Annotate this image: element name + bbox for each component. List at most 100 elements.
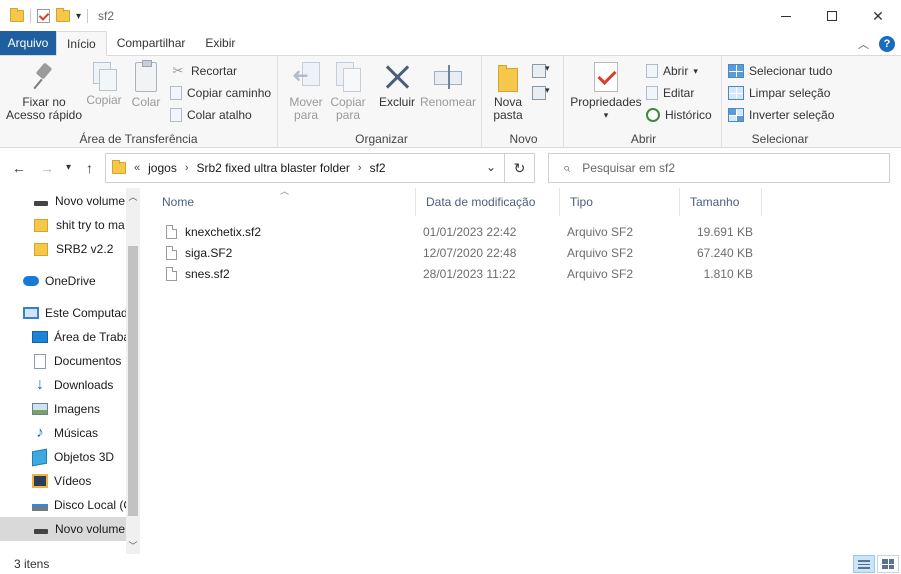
ribbon-options: ︿ ?: [858, 36, 895, 52]
move-to-button[interactable]: Mover para: [286, 62, 326, 122]
paste-shortcut-label: Colar atalho: [187, 108, 252, 122]
maximize-button[interactable]: [809, 0, 855, 32]
tab-compartilhar[interactable]: Compartilhar: [107, 31, 196, 55]
scroll-down-icon[interactable]: ﹀: [126, 539, 140, 552]
scroll-up-icon[interactable]: ︿: [126, 190, 140, 203]
properties-icon[interactable]: [37, 9, 50, 23]
column-header-date[interactable]: Data de modificação: [416, 188, 560, 216]
address-dropdown-icon[interactable]: ⌄: [486, 160, 496, 174]
drive-icon: [34, 200, 48, 206]
address-bar[interactable]: « jogos › Srb2 fixed ultra blaster folde…: [105, 153, 505, 183]
back-arrow-icon[interactable]: ←: [12, 160, 26, 176]
sidebar-item-novo-volume-selected[interactable]: Novo volume: [0, 517, 126, 541]
file-size: 67.240 KB: [696, 245, 753, 260]
sidebar-item-srb2[interactable]: SRB2 v2.2: [0, 237, 126, 261]
new-folder-icon[interactable]: [56, 8, 70, 22]
table-row[interactable]: knexchetix.sf2 01/01/2023 22:42 Arquivo …: [152, 221, 762, 242]
breadcrumb-separator-icon[interactable]: ›: [185, 162, 189, 174]
up-arrow-icon[interactable]: ↑: [86, 160, 93, 176]
delete-icon: [383, 62, 411, 92]
history-button[interactable]: Histórico: [646, 106, 712, 124]
sidebar-item-label: Imagens: [54, 402, 101, 416]
forward-arrow-icon[interactable]: →: [40, 160, 54, 176]
invert-selection-button[interactable]: Inverter seleção: [728, 106, 834, 124]
title-bar: ▾ sf2 ✕: [0, 0, 901, 32]
select-none-button[interactable]: Limpar seleção: [728, 84, 830, 102]
breadcrumb-srb2-folder[interactable]: Srb2 fixed ultra blaster folder: [196, 161, 349, 175]
edit-button[interactable]: Editar: [646, 84, 694, 102]
sidebar-item-videos[interactable]: Vídeos: [0, 469, 126, 493]
sidebar-item-label: Documentos: [54, 354, 122, 368]
sidebar-item-disco-local[interactable]: Disco Local (C: [0, 493, 126, 517]
pin-quick-access-button[interactable]: Fixar no Acesso rápido: [4, 62, 84, 122]
details-view-button[interactable]: [853, 555, 875, 573]
sidebar-item-onedrive[interactable]: OneDrive: [0, 269, 126, 293]
rename-label: Renomear: [420, 95, 477, 109]
new-item-button[interactable]: [532, 62, 552, 80]
move-label-2: para: [293, 108, 319, 122]
easy-access-button[interactable]: [532, 84, 552, 102]
tab-exibir[interactable]: Exibir: [195, 31, 245, 55]
breadcrumb-sf2[interactable]: sf2: [370, 161, 386, 175]
sidebar-item-objetos-3d[interactable]: Objetos 3D: [0, 445, 126, 469]
delete-button[interactable]: Excluir: [376, 62, 418, 109]
scrollbar-thumb[interactable]: [128, 246, 138, 516]
file-icon: [166, 224, 177, 239]
pin-icon: [33, 62, 55, 92]
sidebar-item-label: SRB2 v2.2: [56, 242, 114, 256]
details-view-icon: [858, 559, 870, 569]
open-label: Abrir: [663, 64, 689, 78]
sidebar-item-label: Novo volume: [55, 194, 126, 208]
ribbon-tabs: Arquivo Início Compartilhar Exibir ︿ ?: [0, 31, 901, 56]
window-controls: ✕: [763, 0, 901, 32]
properties-label: Propriedades: [570, 95, 642, 109]
breadcrumb-separator-icon[interactable]: ›: [358, 162, 362, 174]
sidebar-item-este-computador[interactable]: Este Computad: [0, 301, 126, 325]
paste-button[interactable]: Colar: [128, 60, 164, 109]
tab-inicio[interactable]: Início: [56, 31, 107, 56]
collapse-ribbon-icon[interactable]: ︿: [858, 36, 869, 52]
sidebar-item-shit-try[interactable]: shit try to ma: [0, 213, 126, 237]
cut-button[interactable]: ✂ Recortar: [170, 62, 237, 80]
sidebar-item-documentos[interactable]: Documentos: [0, 349, 126, 373]
close-button[interactable]: ✕: [855, 0, 901, 32]
column-header-name[interactable]: Nome: [152, 188, 416, 216]
recent-locations-icon[interactable]: ▾: [66, 162, 71, 173]
copy-button[interactable]: Copiar: [84, 62, 124, 107]
file-date: 01/01/2023 22:42: [423, 224, 517, 239]
sidebar-item-downloads[interactable]: ↓ Downloads: [0, 373, 126, 397]
minimize-button[interactable]: [763, 0, 809, 32]
close-icon: ✕: [872, 7, 884, 24]
sidebar-item-novo-volume[interactable]: Novo volume: [0, 189, 126, 213]
select-none-icon: [728, 86, 744, 100]
sidebar-item-musicas[interactable]: ♪ Músicas: [0, 421, 126, 445]
paste-shortcut-button[interactable]: Colar atalho: [170, 106, 252, 124]
customize-qat-icon[interactable]: ▾: [76, 11, 81, 22]
overflow-chevron[interactable]: «: [134, 162, 140, 174]
sidebar-item-label: Músicas: [54, 426, 99, 440]
copy-to-button[interactable]: Copiar para: [328, 62, 368, 122]
table-row[interactable]: snes.sf2 28/01/2023 11:22 Arquivo SF2 1.…: [152, 263, 762, 284]
properties-button[interactable]: Propriedades ▾: [570, 62, 642, 122]
folder-icon: [34, 218, 48, 232]
column-header-size[interactable]: Tamanho: [680, 188, 762, 216]
open-button[interactable]: Abrir ▾: [646, 62, 698, 80]
copy-path-button[interactable]: Copiar caminho: [170, 84, 271, 102]
sidebar-item-imagens[interactable]: Imagens: [0, 397, 126, 421]
select-all-button[interactable]: Selecionar tudo: [728, 62, 832, 80]
large-icons-view-button[interactable]: [877, 555, 899, 573]
group-organize: Mover para Copiar para Excluir Renomear …: [282, 56, 482, 148]
new-folder-button[interactable]: Nova pasta: [488, 62, 528, 122]
sidebar-item-area-de-trabalho[interactable]: Área de Traba: [0, 325, 126, 349]
qat-separator: [87, 9, 89, 23]
help-icon[interactable]: ?: [879, 36, 895, 52]
sidebar-scrollbar[interactable]: ︿ ﹀: [126, 188, 140, 554]
table-row[interactable]: siga.SF2 12/07/2020 22:48 Arquivo SF2 67…: [152, 242, 762, 263]
tab-arquivo[interactable]: Arquivo: [0, 31, 56, 55]
properties-dropdown-icon[interactable]: ▾: [570, 109, 642, 122]
breadcrumb-jogos[interactable]: jogos: [148, 161, 177, 175]
column-header-type[interactable]: Tipo: [560, 188, 680, 216]
refresh-button[interactable]: ↻: [505, 153, 535, 183]
rename-button[interactable]: Renomear: [420, 62, 477, 109]
search-input[interactable]: ⌕ Pesquisar em sf2: [548, 153, 890, 183]
